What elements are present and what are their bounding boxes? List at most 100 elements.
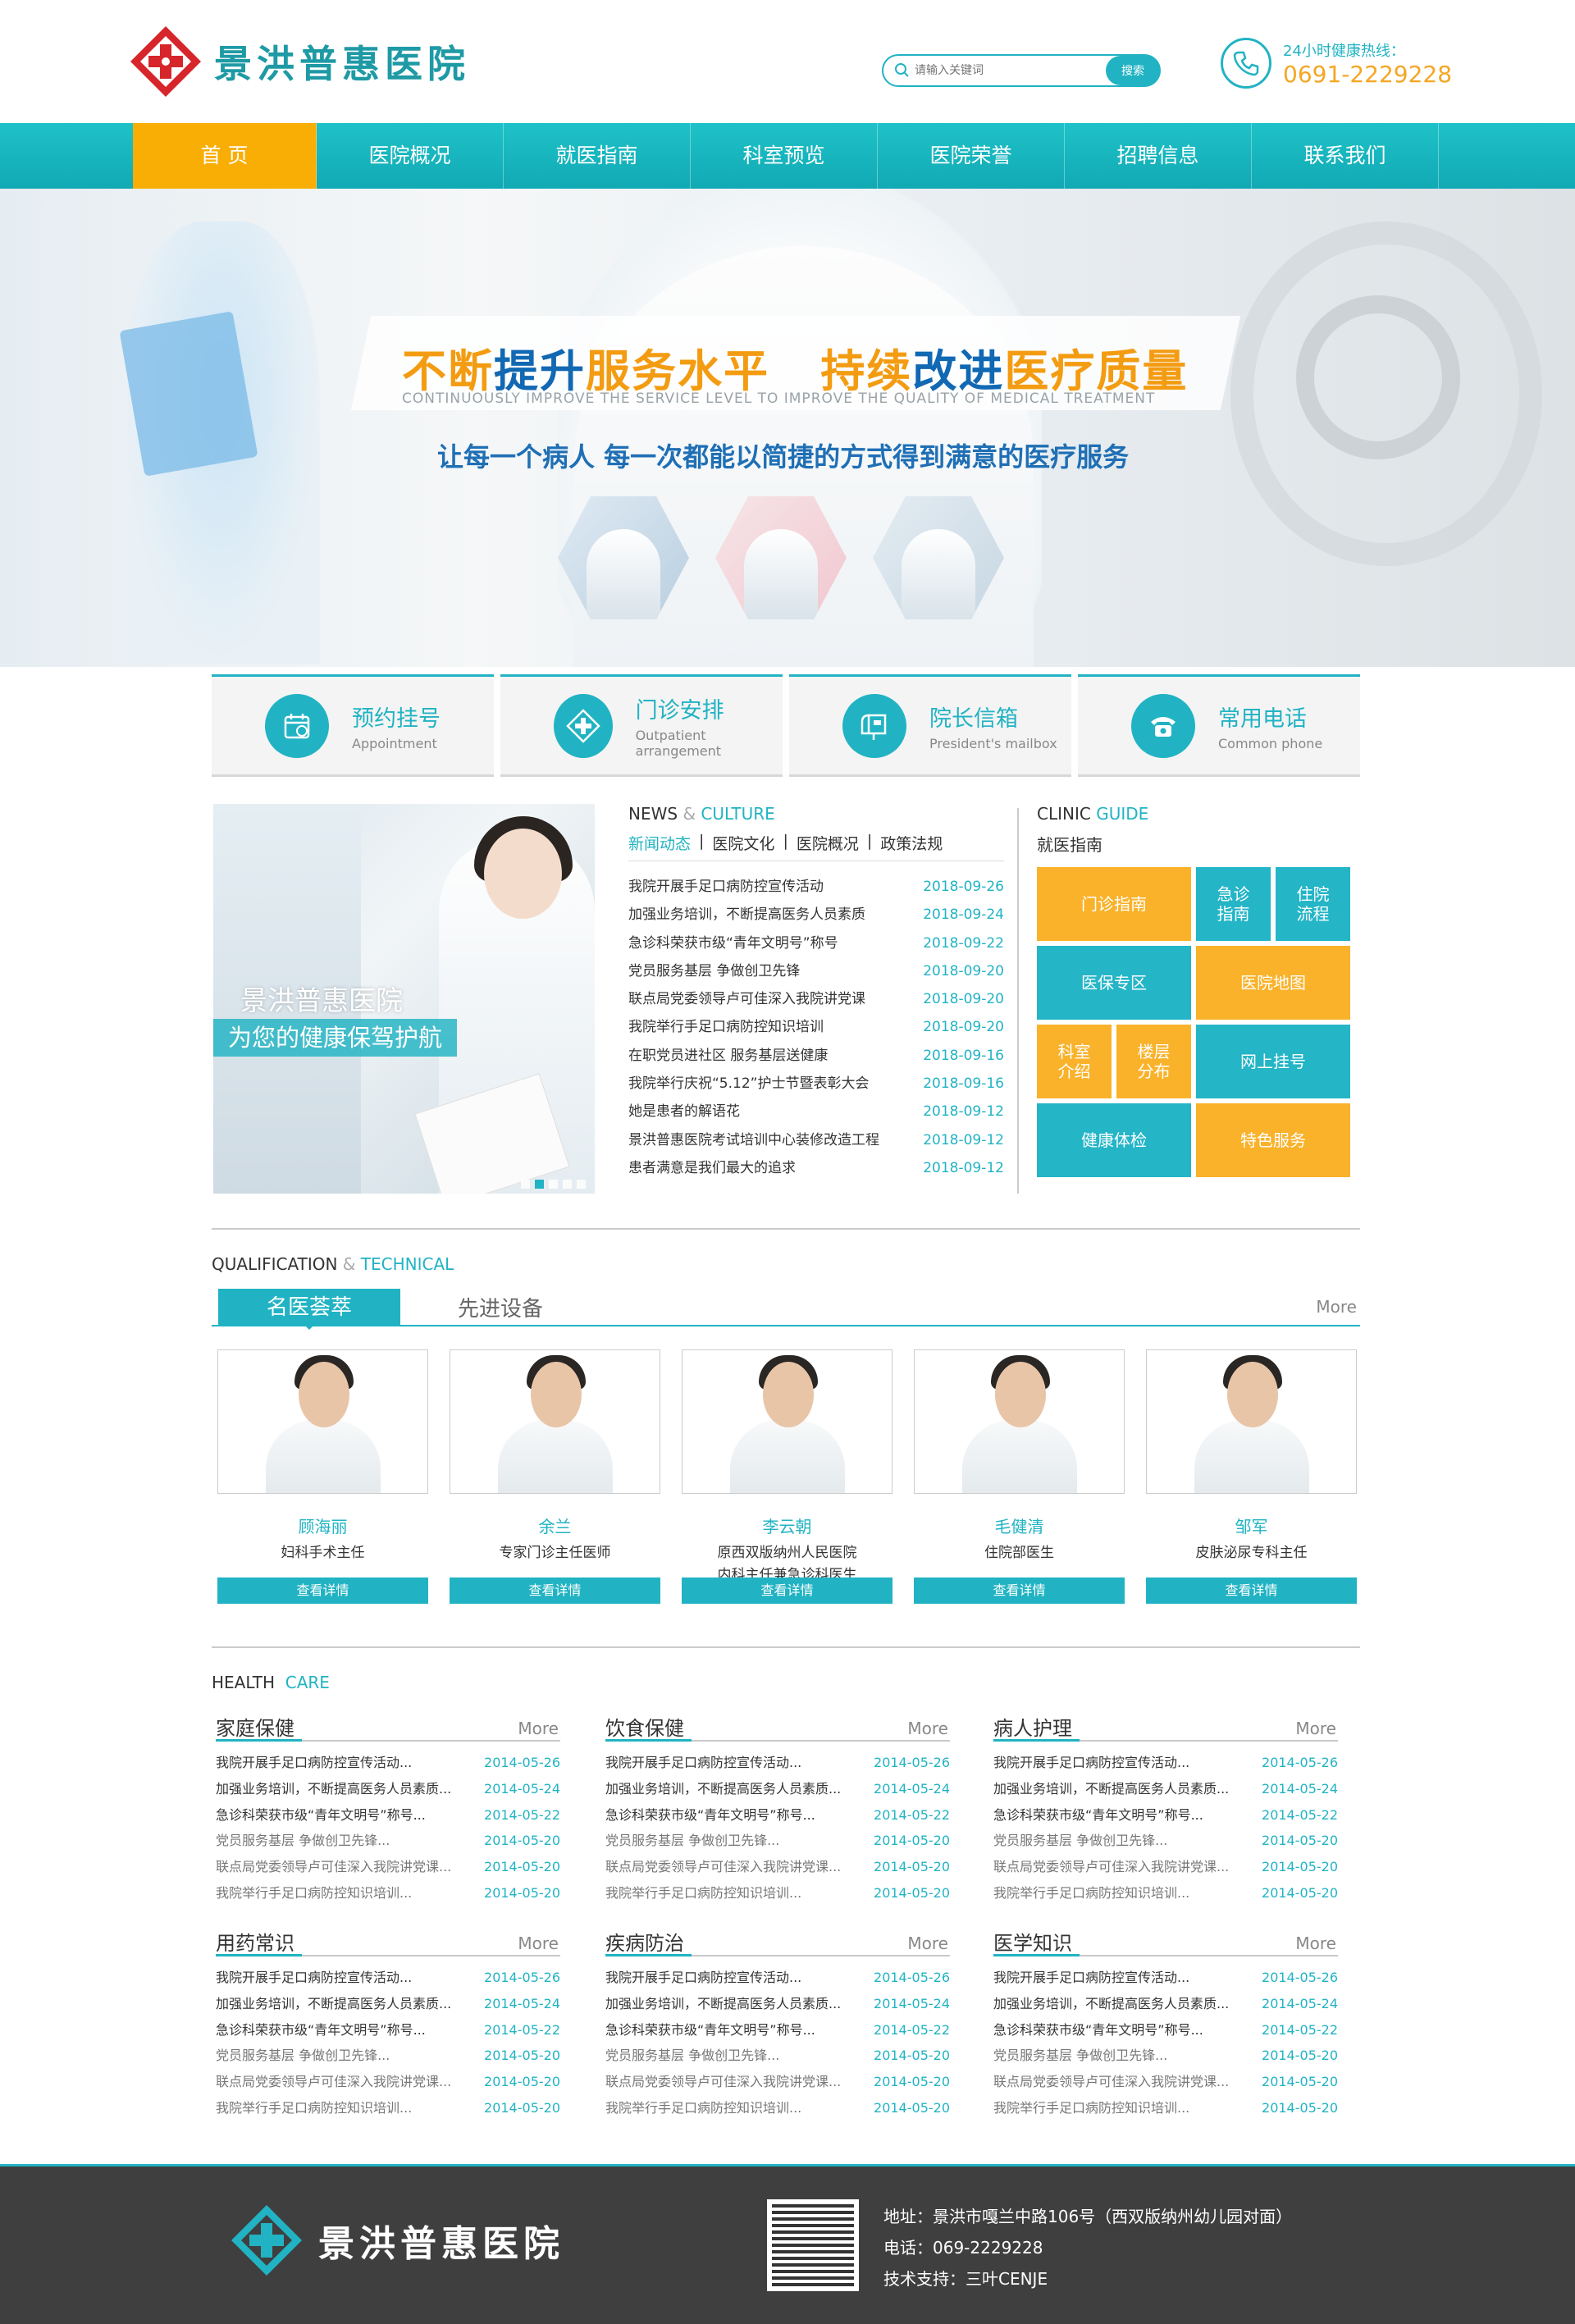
tile-floor-layout[interactable]: 楼层 分布: [1116, 1025, 1191, 1098]
news-item[interactable]: 景洪普惠医院考试培训中心装修改造工程 2018-09-12: [628, 1126, 1004, 1154]
health-item[interactable]: 我院举行手足口病防控知识培训... 2014-05-20: [993, 1880, 1338, 1906]
health-item[interactable]: 我院开展手足口病防控宣传活动... 2014-05-26: [605, 1750, 950, 1776]
health-item[interactable]: 党员服务基层 争做创卫先锋... 2014-05-20: [993, 2043, 1338, 2069]
health-item[interactable]: 加强业务培训，不断提高医务人员素质... 2014-05-24: [993, 1991, 1338, 2017]
quick-link-mailbox[interactable]: 院长信箱 President's mailbox: [789, 674, 1071, 777]
quick-link-appointment[interactable]: 预约挂号 Appointment: [212, 674, 494, 777]
health-item[interactable]: 联点局党委领导卢可佳深入我院讲党课... 2014-05-20: [605, 2069, 950, 2095]
health-item[interactable]: 联点局党委领导卢可佳深入我院讲党课... 2014-05-20: [993, 1854, 1338, 1880]
health-item[interactable]: 党员服务基层 争做创卫先锋... 2014-05-20: [605, 1828, 950, 1854]
news-item[interactable]: 我院举行手足口病防控知识培训 2018-09-20: [628, 1013, 1004, 1041]
nav-departments[interactable]: 科室预览: [691, 123, 878, 189]
doctor-photo[interactable]: [217, 1349, 428, 1494]
tab-famous-doctors[interactable]: 名医荟萃: [218, 1289, 400, 1330]
health-item[interactable]: 加强业务培训，不断提高医务人员素质... 2014-05-24: [605, 1776, 950, 1802]
health-item[interactable]: 急诊科荣获市级“青年文明号”称号... 2014-05-22: [993, 2017, 1338, 2043]
health-item[interactable]: 急诊科荣获市级“青年文明号”称号... 2014-05-22: [216, 1802, 560, 1829]
doctor-name[interactable]: 余兰: [450, 1514, 660, 1537]
doctor-photo[interactable]: [1146, 1349, 1357, 1494]
health-item[interactable]: 联点局党委领导卢可佳深入我院讲党课... 2014-05-20: [605, 1854, 950, 1880]
tile-insurance[interactable]: 医保专区: [1037, 946, 1191, 1020]
tile-emergency-guide[interactable]: 急诊 指南: [1196, 867, 1271, 941]
view-details-button[interactable]: 查看详情: [914, 1577, 1125, 1604]
health-item[interactable]: 党员服务基层 争做创卫先锋... 2014-05-20: [605, 2043, 950, 2069]
health-item[interactable]: 我院开展手足口病防控宣传活动... 2014-05-26: [216, 1965, 560, 1991]
health-item[interactable]: 我院举行手足口病防控知识培训... 2014-05-20: [605, 1880, 950, 1906]
health-item[interactable]: 我院举行手足口病防控知识培训... 2014-05-20: [605, 2095, 950, 2121]
view-details-button[interactable]: 查看详情: [450, 1577, 660, 1604]
news-item[interactable]: 联点局党委领导卢可佳深入我院讲党课 2018-09-20: [628, 985, 1004, 1013]
news-item[interactable]: 在职党员进社区 服务基层送健康 2018-09-16: [628, 1042, 1004, 1070]
carousel-dot[interactable]: [577, 1180, 586, 1189]
news-item[interactable]: 她是患者的解语花 2018-09-12: [628, 1098, 1004, 1125]
doctor-photo[interactable]: [682, 1349, 892, 1494]
news-item[interactable]: 急诊科荣获市级“青年文明号”称号 2018-09-22: [628, 929, 1004, 957]
news-item[interactable]: 加强业务培训，不断提高医务人员素质 2018-09-24: [628, 901, 1004, 929]
footer-logo[interactable]: 景洪普惠医院: [230, 2203, 564, 2277]
health-item[interactable]: 急诊科荣获市级“青年文明号”称号... 2014-05-22: [216, 2017, 560, 2043]
health-item[interactable]: 急诊科荣获市级“青年文明号”称号... 2014-05-22: [993, 1802, 1338, 1829]
view-details-button[interactable]: 查看详情: [1146, 1577, 1357, 1604]
doctor-photo[interactable]: [914, 1349, 1125, 1494]
tab-equipment[interactable]: 先进设备: [458, 1292, 543, 1322]
health-item[interactable]: 党员服务基层 争做创卫先锋... 2014-05-20: [993, 1828, 1338, 1854]
tab-overview[interactable]: 医院概况: [797, 832, 859, 854]
tab-news[interactable]: 新闻动态: [628, 832, 691, 854]
quick-link-phone[interactable]: 常用电话 Common phone: [1078, 674, 1360, 777]
more-link[interactable]: More: [907, 1719, 948, 1738]
tile-admission-process[interactable]: 住院 流程: [1276, 867, 1350, 941]
health-item[interactable]: 我院开展手足口病防控宣传活动... 2014-05-26: [993, 1965, 1338, 1991]
nav-home[interactable]: 首 页: [133, 123, 317, 189]
health-item[interactable]: 我院开展手足口病防控宣传活动... 2014-05-26: [605, 1965, 950, 1991]
doctor-name[interactable]: 李云朝: [682, 1514, 892, 1537]
doctor-photo[interactable]: [450, 1349, 660, 1494]
health-item[interactable]: 我院开展手足口病防控宣传活动... 2014-05-26: [216, 1750, 560, 1776]
nav-contact[interactable]: 联系我们: [1252, 123, 1439, 189]
more-link[interactable]: More: [518, 1934, 559, 1953]
health-item[interactable]: 加强业务培训，不断提高医务人员素质... 2014-05-24: [993, 1776, 1338, 1802]
health-item[interactable]: 我院开展手足口病防控宣传活动... 2014-05-26: [993, 1750, 1338, 1776]
tile-hospital-map[interactable]: 医院地图: [1196, 946, 1350, 1020]
news-item[interactable]: 患者满意是我们最大的追求 2018-09-12: [628, 1154, 1004, 1182]
health-item[interactable]: 党员服务基层 争做创卫先锋... 2014-05-20: [216, 2043, 560, 2069]
carousel-dot[interactable]: [549, 1180, 558, 1189]
health-item[interactable]: 加强业务培训，不断提高医务人员素质... 2014-05-24: [605, 1991, 950, 2017]
nav-guide[interactable]: 就医指南: [504, 123, 691, 189]
health-item[interactable]: 急诊科荣获市级“青年文明号”称号... 2014-05-22: [605, 1802, 950, 1829]
health-item[interactable]: 加强业务培训，不断提高医务人员素质... 2014-05-24: [216, 1776, 560, 1802]
tile-health-checkup[interactable]: 健康体检: [1037, 1103, 1191, 1177]
health-item[interactable]: 联点局党委领导卢可佳深入我院讲党课... 2014-05-20: [216, 2069, 560, 2095]
news-item[interactable]: 我院举行庆祝“5.12”护士节暨表彰大会 2018-09-16: [628, 1070, 1004, 1098]
news-item[interactable]: 我院开展手足口病防控宣传活动 2018-09-26: [628, 873, 1004, 901]
tab-policy[interactable]: 政策法规: [880, 832, 943, 854]
doctor-name[interactable]: 毛健清: [914, 1514, 1125, 1537]
quick-link-outpatient[interactable]: 门诊安排 Outpatient arrangement: [500, 674, 783, 777]
nav-overview[interactable]: 医院概况: [317, 123, 504, 189]
health-item[interactable]: 联点局党委领导卢可佳深入我院讲党课... 2014-05-20: [993, 2069, 1338, 2095]
more-link[interactable]: More: [1295, 1934, 1336, 1953]
carousel-dot[interactable]: [521, 1180, 530, 1189]
health-item[interactable]: 我院举行手足口病防控知识培训... 2014-05-20: [216, 2095, 560, 2121]
nav-jobs[interactable]: 招聘信息: [1065, 123, 1252, 189]
health-item[interactable]: 党员服务基层 争做创卫先锋... 2014-05-20: [216, 1828, 560, 1854]
view-details-button[interactable]: 查看详情: [217, 1577, 428, 1604]
carousel-dot[interactable]: [535, 1180, 544, 1189]
health-item[interactable]: 我院举行手足口病防控知识培训... 2014-05-20: [993, 2095, 1338, 2121]
health-item[interactable]: 联点局党委领导卢可佳深入我院讲党课... 2014-05-20: [216, 1854, 560, 1880]
health-item[interactable]: 我院举行手足口病防控知识培训... 2014-05-20: [216, 1880, 560, 1906]
health-item[interactable]: 急诊科荣获市级“青年文明号”称号... 2014-05-22: [605, 2017, 950, 2043]
more-link[interactable]: More: [518, 1719, 559, 1738]
health-item[interactable]: 加强业务培训，不断提高医务人员素质... 2014-05-24: [216, 1991, 560, 2017]
more-link[interactable]: More: [907, 1934, 948, 1953]
promo-image[interactable]: 景洪普惠医院 为您的健康保驾护航: [213, 804, 595, 1194]
search-button[interactable]: 搜索: [1106, 56, 1160, 85]
more-link[interactable]: More: [1295, 1719, 1336, 1738]
site-logo[interactable]: 景洪普惠医院: [129, 25, 555, 98]
search-input[interactable]: [915, 64, 1106, 77]
news-item[interactable]: 党员服务基层 争做创卫先锋 2018-09-20: [628, 957, 1004, 985]
tab-culture[interactable]: 医院文化: [712, 832, 774, 854]
nav-honors[interactable]: 医院荣誉: [878, 123, 1065, 189]
tile-online-registration[interactable]: 网上挂号: [1196, 1025, 1350, 1098]
view-details-button[interactable]: 查看详情: [682, 1577, 892, 1604]
tile-department-intro[interactable]: 科室 介绍: [1037, 1025, 1112, 1098]
